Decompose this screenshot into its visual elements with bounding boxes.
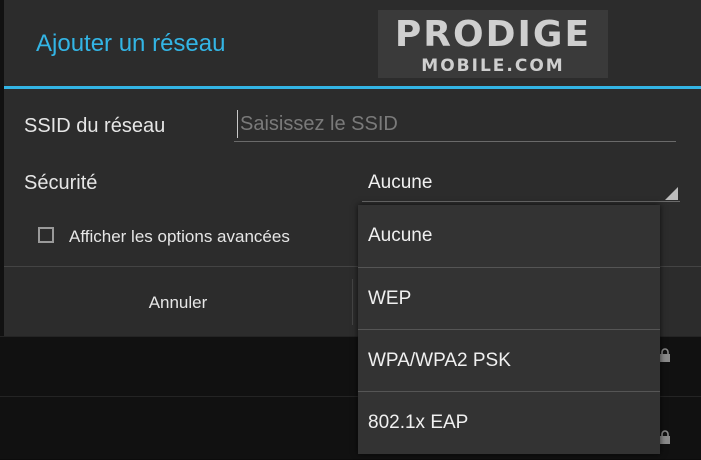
security-selected-value: Aucune: [368, 172, 433, 193]
dialog-title: Ajouter un réseau: [36, 30, 226, 57]
spinner-arrow-icon: [665, 187, 678, 200]
cancel-button[interactable]: Annuler: [4, 267, 352, 337]
dropdown-option-8021x-eap[interactable]: 802.1x EAP: [358, 392, 660, 454]
lock-icon: [659, 348, 671, 362]
dropdown-option-wpa-psk[interactable]: WPA/WPA2 PSK: [358, 330, 660, 392]
advanced-options-checkbox[interactable]: [38, 227, 54, 243]
ssid-label: SSID du réseau: [24, 115, 166, 137]
watermark-line2: MOBILE.COM: [421, 56, 565, 76]
ssid-input[interactable]: [234, 108, 676, 142]
prodige-mobile-watermark: PRODIGE MOBILE.COM: [378, 10, 608, 78]
security-dropdown-menu: Aucune WEP WPA/WPA2 PSK 802.1x EAP: [358, 205, 660, 454]
dropdown-option-aucune[interactable]: Aucune: [358, 205, 660, 267]
advanced-options-label: Afficher les options avancées: [69, 227, 290, 246]
security-spinner[interactable]: Aucune: [362, 166, 680, 202]
button-divider: [352, 279, 353, 325]
dropdown-option-wep[interactable]: WEP: [358, 268, 660, 330]
security-label: Sécurité: [24, 172, 98, 194]
lock-icon: [659, 430, 671, 444]
watermark-line1: PRODIGE: [394, 14, 592, 55]
title-divider: [4, 86, 701, 89]
text-cursor: [237, 110, 238, 138]
